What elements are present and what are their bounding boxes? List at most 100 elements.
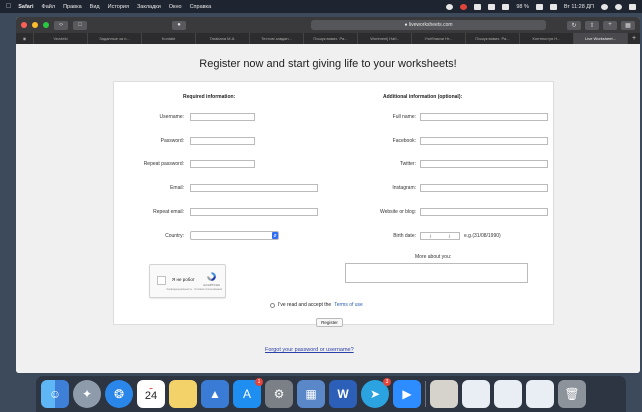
recaptcha-checkbox[interactable] bbox=[157, 276, 166, 285]
instagram-input[interactable] bbox=[420, 184, 548, 192]
telegram-badge: 3 bbox=[383, 378, 391, 386]
recaptcha-links[interactable]: Конфиденциальность - Условия использован… bbox=[167, 288, 222, 291]
tab[interactable]: Tarakana M.A. bbox=[196, 33, 250, 44]
menu-file[interactable]: Файл bbox=[42, 4, 56, 10]
facebook-input[interactable] bbox=[420, 137, 548, 145]
additional-heading: Additional information (optional): bbox=[383, 94, 463, 100]
add-tab-icon[interactable]: + bbox=[628, 33, 640, 44]
repeat-email-input[interactable] bbox=[190, 208, 318, 216]
files-icon[interactable] bbox=[430, 380, 458, 408]
input-source-icon[interactable] bbox=[549, 3, 557, 10]
preview-icon[interactable]: ▦ bbox=[297, 380, 325, 408]
username-input[interactable] bbox=[190, 113, 255, 121]
keynote-icon[interactable]: ▲ bbox=[201, 380, 229, 408]
menu-edit[interactable]: Правка bbox=[63, 4, 82, 10]
username-label: Username: bbox=[159, 114, 184, 120]
menu-view[interactable]: Вид bbox=[90, 4, 100, 10]
menu-window[interactable]: Окно bbox=[169, 4, 182, 10]
word-icon[interactable]: W bbox=[329, 380, 357, 408]
tab[interactable]: Заданные за н... bbox=[88, 33, 142, 44]
siri-icon[interactable] bbox=[615, 3, 622, 10]
system-preferences-icon[interactable]: ⚙ bbox=[265, 380, 293, 408]
tab[interactable]: Vezdeki bbox=[34, 33, 88, 44]
launchpad-icon[interactable]: ✦ bbox=[73, 380, 101, 408]
telegram-icon[interactable]: ➤ 3 bbox=[361, 378, 391, 408]
toolbar-right: ↻ ⇧ + ▦ bbox=[567, 20, 635, 30]
tab[interactable]: Тестові завдан... bbox=[250, 33, 304, 44]
register-button[interactable]: Register bbox=[316, 318, 343, 327]
window-icon[interactable] bbox=[526, 380, 554, 408]
back-forward-icon[interactable]: ‹› bbox=[54, 20, 68, 30]
facebook-label: Facebook: bbox=[392, 138, 416, 144]
repeat-email-label: Repeat email: bbox=[153, 209, 184, 215]
address-bar[interactable]: ● liveworksheets.com bbox=[311, 20, 546, 30]
recaptcha-logo-icon bbox=[207, 272, 216, 281]
tab[interactable]: Wortmeeij Hat!.. bbox=[358, 33, 412, 44]
apple-icon[interactable]:  bbox=[6, 3, 11, 10]
app-store-icon[interactable]: A 1 bbox=[233, 378, 263, 408]
twitter-label: Twitter: bbox=[399, 161, 416, 167]
privacy-icon[interactable]: ● bbox=[172, 20, 186, 30]
close-window-button[interactable] bbox=[21, 22, 27, 28]
battery-icon[interactable] bbox=[535, 3, 543, 10]
zoom-icon[interactable]: ▶ bbox=[393, 380, 421, 408]
twitter-input[interactable] bbox=[420, 160, 548, 168]
reload-icon[interactable]: ↻ bbox=[567, 20, 581, 30]
notes-icon[interactable] bbox=[169, 380, 197, 408]
forgot-password-link[interactable]: Forgot your password or username? bbox=[265, 347, 354, 353]
tab[interactable]: Kontakt bbox=[142, 33, 196, 44]
full-name-label: Full name: bbox=[392, 114, 416, 120]
agree-radio[interactable] bbox=[270, 302, 275, 308]
window-icon[interactable] bbox=[462, 380, 490, 408]
clock[interactable]: Вт 11:28 ДП bbox=[564, 4, 594, 10]
tab[interactable]: Пошук вивих. Ра... bbox=[466, 33, 520, 44]
tab-overview-icon[interactable]: ▦ bbox=[621, 20, 635, 30]
window-icon[interactable] bbox=[494, 380, 522, 408]
tab[interactable]: Контекстуя Н... bbox=[520, 33, 574, 44]
minimize-window-button[interactable] bbox=[32, 22, 38, 28]
safari-icon[interactable]: ❂ bbox=[105, 380, 133, 408]
password-label: Password: bbox=[160, 138, 184, 144]
agree-terms: I've read and accept the Terms of use bbox=[270, 302, 363, 308]
terms-link[interactable]: Terms of use bbox=[334, 302, 363, 308]
tab[interactable]: Учебникчи Hr... bbox=[412, 33, 466, 44]
menu-bar:  Safari Файл Правка Вид История Закладк… bbox=[0, 0, 642, 13]
email-input[interactable] bbox=[190, 184, 318, 192]
wifi-icon[interactable] bbox=[502, 3, 510, 10]
page-title: Register now and start giving life to yo… bbox=[199, 58, 457, 70]
bluetooth-icon[interactable] bbox=[474, 3, 482, 10]
battery-percent[interactable]: 98 % bbox=[516, 4, 529, 10]
repeat-password-input[interactable] bbox=[190, 160, 255, 168]
website-label: Website or blog: bbox=[379, 209, 416, 215]
finder-icon[interactable]: ☺ bbox=[41, 380, 69, 408]
trash-icon[interactable]: 🗑 bbox=[558, 380, 586, 408]
menu-app-name[interactable]: Safari bbox=[18, 4, 33, 10]
tab[interactable]: Пошук вивих. Ра... bbox=[304, 33, 358, 44]
tab-active[interactable]: Live Worksheet... bbox=[574, 33, 628, 44]
share-icon[interactable]: ⇧ bbox=[585, 20, 599, 30]
sidebar-icon[interactable]: □ bbox=[73, 20, 87, 30]
tab-bar: ◉ Vezdeki Заданные за н... Kontakt Tarak… bbox=[16, 33, 640, 44]
country-select[interactable]: ⇵ bbox=[190, 231, 279, 240]
menu-bookmarks[interactable]: Закладки bbox=[137, 4, 161, 10]
calendar-icon[interactable]: ▬ 24 bbox=[137, 380, 165, 408]
pinned-tab[interactable]: ◉ bbox=[16, 33, 34, 44]
display-icon[interactable] bbox=[488, 3, 496, 10]
new-tab-icon[interactable]: + bbox=[603, 20, 617, 30]
website-input[interactable] bbox=[420, 208, 548, 216]
more-about-textarea[interactable] bbox=[345, 263, 528, 283]
search-icon[interactable] bbox=[601, 3, 608, 10]
menu-history[interactable]: История bbox=[108, 4, 129, 10]
full-name-input[interactable] bbox=[420, 113, 548, 121]
birth-date-input[interactable]: / / bbox=[420, 232, 460, 240]
chevron-updown-icon: ⇵ bbox=[272, 232, 278, 239]
status-icon[interactable] bbox=[446, 3, 454, 10]
menu-help[interactable]: Справка bbox=[190, 4, 212, 10]
password-input[interactable] bbox=[190, 137, 255, 145]
zoom-window-button[interactable] bbox=[43, 22, 49, 28]
recaptcha-widget: Я не робот reCAPTCHA Конфиденциальность … bbox=[149, 264, 226, 298]
control-center-icon[interactable] bbox=[629, 3, 636, 10]
country-label: Country: bbox=[165, 233, 184, 239]
birth-date-hint: e.g.(31/08/1990) bbox=[464, 233, 501, 239]
record-icon[interactable] bbox=[460, 3, 468, 10]
